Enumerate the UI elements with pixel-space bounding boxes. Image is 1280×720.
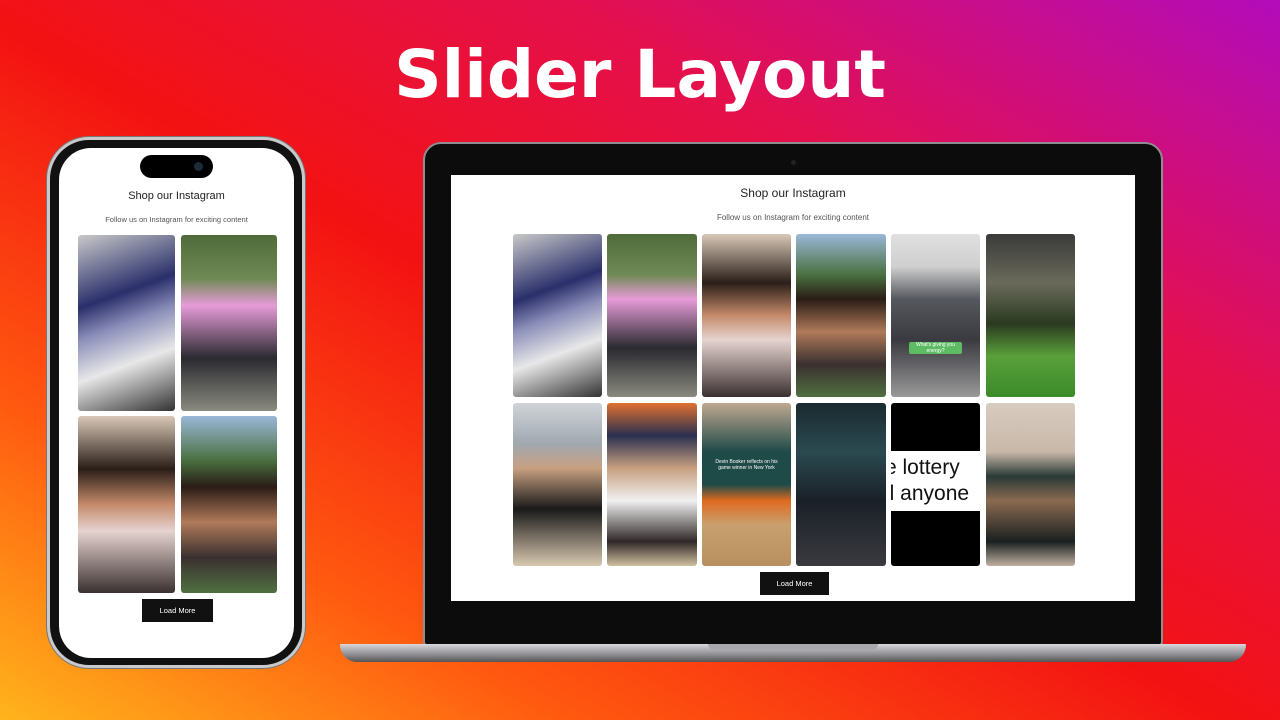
laptop-hinge-notch bbox=[708, 644, 878, 650]
webcam bbox=[791, 160, 796, 165]
instagram-post[interactable] bbox=[513, 403, 602, 566]
instagram-post[interactable] bbox=[78, 235, 175, 411]
instagram-post[interactable] bbox=[181, 235, 277, 411]
laptop-base bbox=[340, 644, 1246, 662]
post-caption: Devin Booker reflects on his game winner… bbox=[715, 459, 778, 471]
instagram-post[interactable] bbox=[986, 234, 1075, 397]
laptop-screen: Shop our Instagram Follow us on Instagra… bbox=[451, 175, 1135, 601]
load-more-button[interactable]: Load More bbox=[760, 572, 829, 595]
instagram-post[interactable]: Devin Booker reflects on his game winner… bbox=[702, 403, 791, 566]
load-more-button[interactable]: Load More bbox=[142, 599, 213, 622]
section-title: Shop our Instagram bbox=[128, 190, 225, 202]
section-subtitle: Follow us on Instagram for exciting cont… bbox=[716, 213, 870, 222]
instagram-post[interactable] bbox=[181, 416, 277, 593]
instagram-post[interactable] bbox=[796, 403, 886, 566]
post-caption: What's giving you energy? bbox=[908, 342, 963, 354]
instagram-post[interactable] bbox=[702, 234, 791, 397]
phone-screen: Shop our Instagram Follow us on Instagra… bbox=[59, 148, 294, 658]
instagram-post[interactable]: e lottery ll anyone bbox=[891, 403, 980, 566]
headline: Slider Layout bbox=[394, 36, 886, 113]
laptop-mockup: Shop our Instagram Follow us on Instagra… bbox=[423, 142, 1163, 646]
text-panel: e lottery ll anyone bbox=[891, 451, 980, 511]
instagram-post[interactable] bbox=[986, 403, 1075, 566]
phone-mockup: Shop our Instagram Follow us on Instagra… bbox=[47, 137, 305, 668]
instagram-post[interactable] bbox=[78, 416, 175, 593]
post-text-line: ll anyone bbox=[891, 482, 970, 505]
instagram-post[interactable] bbox=[513, 234, 602, 397]
instagram-post[interactable] bbox=[607, 234, 697, 397]
instagram-post[interactable] bbox=[607, 403, 697, 566]
instagram-post[interactable] bbox=[796, 234, 886, 397]
instagram-post[interactable]: What's giving you energy? bbox=[891, 234, 980, 397]
post-text-line: e lottery bbox=[891, 456, 960, 479]
section-subtitle: Follow us on Instagram for exciting cont… bbox=[105, 215, 248, 224]
section-title: Shop our Instagram bbox=[740, 186, 846, 200]
dynamic-island bbox=[140, 155, 213, 178]
